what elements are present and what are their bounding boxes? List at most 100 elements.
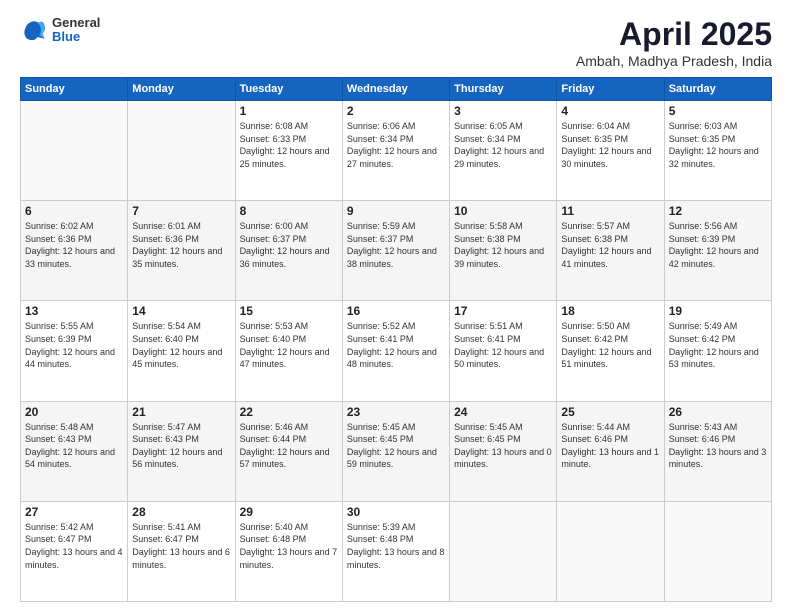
day-number: 2 — [347, 104, 445, 118]
day-info: Sunrise: 5:53 AMSunset: 6:40 PMDaylight:… — [240, 320, 338, 370]
day-number: 30 — [347, 505, 445, 519]
table-row: 25 Sunrise: 5:44 AMSunset: 6:46 PMDayligh… — [557, 401, 664, 501]
table-row: 15 Sunrise: 5:53 AMSunset: 6:40 PMDayligh… — [235, 301, 342, 401]
calendar-location: Ambah, Madhya Pradesh, India — [576, 53, 772, 69]
table-row — [664, 501, 771, 601]
table-row: 27Sunrise: 5:42 AMSunset: 6:47 PMDayligh… — [21, 501, 128, 601]
table-row: 17 Sunrise: 5:51 AMSunset: 6:41 PMDayligh… — [450, 301, 557, 401]
day-info: Sunrise: 5:40 AMSunset: 6:48 PMDaylight:… — [240, 521, 338, 571]
day-info: Sunrise: 5:45 AMSunset: 6:45 PMDaylight:… — [454, 421, 552, 471]
table-row: 14Sunrise: 5:54 AMSunset: 6:40 PMDayligh… — [128, 301, 235, 401]
table-row: 12Sunrise: 5:56 AMSunset: 6:39 PMDayligh… — [664, 201, 771, 301]
day-info: Sunrise: 5:42 AMSunset: 6:47 PMDaylight:… — [25, 521, 123, 571]
table-row — [450, 501, 557, 601]
table-row: 19 Sunrise: 5:49 AMSunset: 6:42 PMDayligh… — [664, 301, 771, 401]
day-number: 20 — [25, 405, 123, 419]
day-info: Sunrise: 5:43 AMSunset: 6:46 PMDaylight:… — [669, 421, 767, 471]
table-row: 26 Sunrise: 5:43 AMSunset: 6:46 PMDayligh… — [664, 401, 771, 501]
table-row: 10 Sunrise: 5:58 AMSunset: 6:38 PMDayligh… — [450, 201, 557, 301]
day-info: Sunrise: 6:03 AMSunset: 6:35 PMDaylight:… — [669, 120, 767, 170]
table-row — [557, 501, 664, 601]
day-info: Sunrise: 5:44 AMSunset: 6:46 PMDaylight:… — [561, 421, 659, 471]
table-row: 4Sunrise: 6:04 AMSunset: 6:35 PMDaylight… — [557, 101, 664, 201]
day-number: 13 — [25, 304, 123, 318]
day-info: Sunrise: 5:39 AMSunset: 6:48 PMDaylight:… — [347, 521, 445, 571]
day-number: 6 — [25, 204, 123, 218]
day-number: 1 — [240, 104, 338, 118]
calendar-week-row: 20 Sunrise: 5:48 AMSunset: 6:43 PMDayligh… — [21, 401, 772, 501]
table-row: 28Sunrise: 5:41 AMSunset: 6:47 PMDayligh… — [128, 501, 235, 601]
col-wednesday: Wednesday — [342, 78, 449, 101]
day-info: Sunrise: 5:47 AMSunset: 6:43 PMDaylight:… — [132, 421, 230, 471]
table-row: 3Sunrise: 6:05 AMSunset: 6:34 PMDaylight… — [450, 101, 557, 201]
day-number: 26 — [669, 405, 767, 419]
day-info: Sunrise: 6:00 AMSunset: 6:37 PMDaylight:… — [240, 220, 338, 270]
logo-blue-text: Blue — [52, 30, 100, 44]
calendar-header-row: Sunday Monday Tuesday Wednesday Thursday… — [21, 78, 772, 101]
table-row: 20 Sunrise: 5:48 AMSunset: 6:43 PMDayligh… — [21, 401, 128, 501]
day-info: Sunrise: 5:49 AMSunset: 6:42 PMDaylight:… — [669, 320, 767, 370]
day-info: Sunrise: 5:51 AMSunset: 6:41 PMDaylight:… — [454, 320, 552, 370]
table-row: 30 Sunrise: 5:39 AMSunset: 6:48 PMDayligh… — [342, 501, 449, 601]
table-row: 24 Sunrise: 5:45 AMSunset: 6:45 PMDayligh… — [450, 401, 557, 501]
day-number: 10 — [454, 204, 552, 218]
day-info: Sunrise: 5:56 AMSunset: 6:39 PMDaylight:… — [669, 220, 767, 270]
table-row — [21, 101, 128, 201]
table-row: 1 Sunrise: 6:08 AMSunset: 6:33 PMDaylight… — [235, 101, 342, 201]
table-row: 5 Sunrise: 6:03 AMSunset: 6:35 PMDaylight… — [664, 101, 771, 201]
table-row: 11Sunrise: 5:57 AMSunset: 6:38 PMDayligh… — [557, 201, 664, 301]
table-row: 7Sunrise: 6:01 AMSunset: 6:36 PMDaylight… — [128, 201, 235, 301]
calendar-page: General Blue April 2025 Ambah, Madhya Pr… — [0, 0, 792, 612]
calendar-week-row: 6 Sunrise: 6:02 AMSunset: 6:36 PMDaylight… — [21, 201, 772, 301]
calendar-week-row: 1 Sunrise: 6:08 AMSunset: 6:33 PMDaylight… — [21, 101, 772, 201]
day-number: 25 — [561, 405, 659, 419]
day-number: 29 — [240, 505, 338, 519]
day-number: 19 — [669, 304, 767, 318]
header: General Blue April 2025 Ambah, Madhya Pr… — [20, 16, 772, 69]
logo: General Blue — [20, 16, 100, 45]
table-row: 29 Sunrise: 5:40 AMSunset: 6:48 PMDayligh… — [235, 501, 342, 601]
day-info: Sunrise: 5:54 AMSunset: 6:40 PMDaylight:… — [132, 320, 230, 370]
day-info: Sunrise: 5:48 AMSunset: 6:43 PMDaylight:… — [25, 421, 123, 471]
day-number: 18 — [561, 304, 659, 318]
day-info: Sunrise: 5:59 AMSunset: 6:37 PMDaylight:… — [347, 220, 445, 270]
day-info: Sunrise: 5:57 AMSunset: 6:38 PMDaylight:… — [561, 220, 659, 270]
table-row: 9Sunrise: 5:59 AMSunset: 6:37 PMDaylight… — [342, 201, 449, 301]
day-info: Sunrise: 5:46 AMSunset: 6:44 PMDaylight:… — [240, 421, 338, 471]
day-number: 17 — [454, 304, 552, 318]
day-info: Sunrise: 5:58 AMSunset: 6:38 PMDaylight:… — [454, 220, 552, 270]
day-number: 23 — [347, 405, 445, 419]
day-number: 22 — [240, 405, 338, 419]
day-info: Sunrise: 6:08 AMSunset: 6:33 PMDaylight:… — [240, 120, 338, 170]
day-number: 16 — [347, 304, 445, 318]
day-info: Sunrise: 6:02 AMSunset: 6:36 PMDaylight:… — [25, 220, 123, 270]
logo-text: General Blue — [52, 16, 100, 45]
table-row: 18Sunrise: 5:50 AMSunset: 6:42 PMDayligh… — [557, 301, 664, 401]
day-number: 3 — [454, 104, 552, 118]
day-number: 5 — [669, 104, 767, 118]
table-row: 16 Sunrise: 5:52 AMSunset: 6:41 PMDayligh… — [342, 301, 449, 401]
day-number: 24 — [454, 405, 552, 419]
col-tuesday: Tuesday — [235, 78, 342, 101]
col-thursday: Thursday — [450, 78, 557, 101]
day-number: 4 — [561, 104, 659, 118]
day-number: 15 — [240, 304, 338, 318]
table-row: 21 Sunrise: 5:47 AMSunset: 6:43 PMDayligh… — [128, 401, 235, 501]
title-block: April 2025 Ambah, Madhya Pradesh, India — [576, 16, 772, 69]
calendar-table: Sunday Monday Tuesday Wednesday Thursday… — [20, 77, 772, 602]
col-sunday: Sunday — [21, 78, 128, 101]
table-row: 2Sunrise: 6:06 AMSunset: 6:34 PMDaylight… — [342, 101, 449, 201]
calendar-week-row: 13 Sunrise: 5:55 AMSunset: 6:39 PMDayligh… — [21, 301, 772, 401]
table-row: 22 Sunrise: 5:46 AMSunset: 6:44 PMDayligh… — [235, 401, 342, 501]
day-info: Sunrise: 5:52 AMSunset: 6:41 PMDaylight:… — [347, 320, 445, 370]
day-number: 8 — [240, 204, 338, 218]
table-row: 13 Sunrise: 5:55 AMSunset: 6:39 PMDayligh… — [21, 301, 128, 401]
day-number: 21 — [132, 405, 230, 419]
logo-icon — [20, 16, 48, 44]
day-info: Sunrise: 5:55 AMSunset: 6:39 PMDaylight:… — [25, 320, 123, 370]
calendar-week-row: 27Sunrise: 5:42 AMSunset: 6:47 PMDayligh… — [21, 501, 772, 601]
day-info: Sunrise: 5:45 AMSunset: 6:45 PMDaylight:… — [347, 421, 445, 471]
day-info: Sunrise: 6:01 AMSunset: 6:36 PMDaylight:… — [132, 220, 230, 270]
day-number: 28 — [132, 505, 230, 519]
calendar-title: April 2025 — [576, 16, 772, 53]
